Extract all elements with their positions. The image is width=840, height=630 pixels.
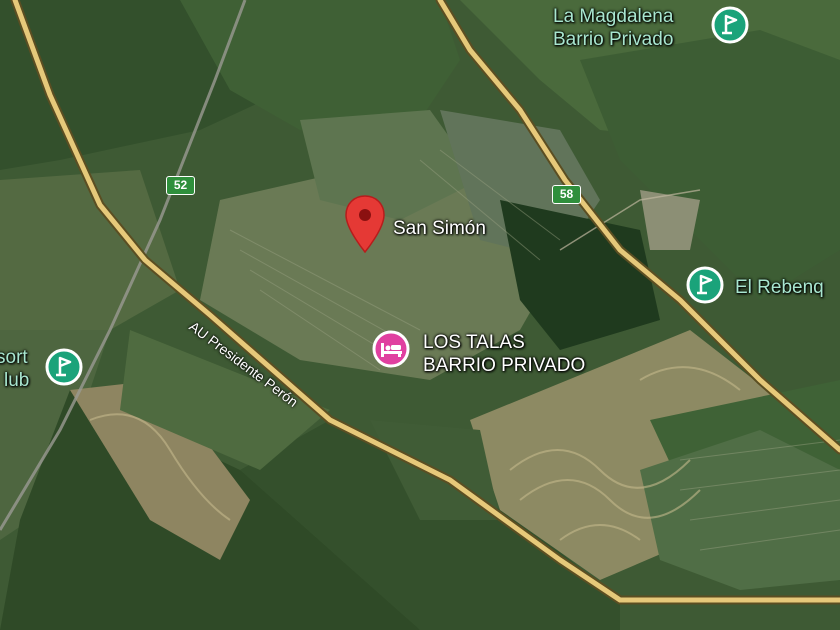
hotel-icon[interactable]	[372, 330, 410, 368]
place-label-line1: LOS TALAS	[423, 332, 525, 353]
pin-label-san-simon[interactable]: San Simón	[393, 217, 486, 240]
place-label-line2: BARRIO PRIVADO	[423, 355, 586, 376]
place-label-resort-club[interactable]: sort lub	[0, 346, 29, 392]
route-shield-52[interactable]: 52	[166, 176, 195, 195]
satellite-imagery	[0, 0, 840, 630]
place-label-el-rebenq[interactable]: El Rebenq	[735, 276, 824, 299]
place-label-la-magdalena[interactable]: La Magdalena Barrio Privado	[553, 5, 673, 51]
place-label-line2: Barrio Privado	[553, 29, 674, 50]
place-label-los-talas[interactable]: LOS TALAS BARRIO PRIVADO	[423, 331, 585, 377]
map-pin-icon[interactable]	[343, 194, 387, 254]
golf-icon[interactable]	[711, 6, 749, 44]
satellite-map[interactable]: AU Presidente Perón 52 58 San Simón La M…	[0, 0, 840, 630]
route-shield-58[interactable]: 58	[552, 185, 581, 204]
place-label-line2: lub	[4, 370, 30, 391]
place-label-line1: sort	[0, 347, 28, 368]
place-label-line1: La Magdalena	[553, 6, 674, 27]
golf-icon[interactable]	[686, 266, 724, 304]
golf-icon[interactable]	[45, 348, 83, 386]
